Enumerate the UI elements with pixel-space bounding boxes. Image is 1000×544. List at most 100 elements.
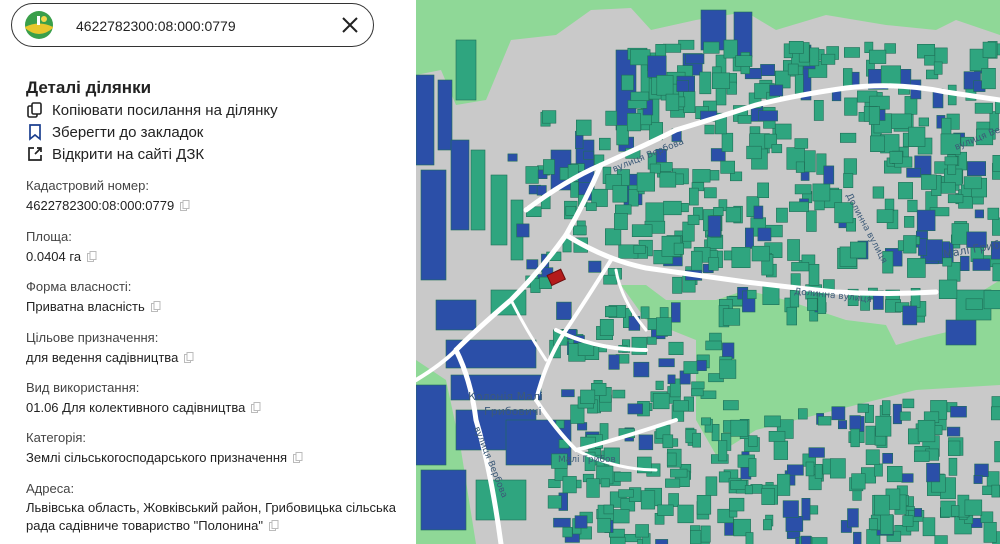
parcel (907, 258, 926, 278)
parcel (991, 484, 1000, 498)
bookmark-button[interactable]: Зберегти до закладок (26, 121, 203, 143)
parcel (843, 158, 857, 175)
parcel (704, 124, 715, 135)
parcel (933, 61, 943, 75)
parcel (705, 476, 718, 496)
bookmark-icon (29, 124, 41, 141)
parcel (865, 449, 880, 465)
parcel (608, 354, 620, 370)
parcel (908, 126, 926, 147)
parcel (797, 408, 808, 420)
parcel (614, 471, 632, 482)
copy-link-button[interactable]: Копіювати посилання на ділянку (26, 99, 278, 121)
parcel (744, 227, 754, 249)
parcel (635, 524, 649, 538)
parcel (543, 159, 555, 175)
parcel (647, 336, 657, 345)
purpose-text: для ведення садівництва (26, 350, 179, 365)
parcel (849, 241, 867, 259)
parcel (542, 110, 557, 124)
parcel (777, 473, 791, 496)
close-icon[interactable] (340, 15, 360, 35)
map-canvas[interactable]: вулиця Вербова вулиця Вербова Долинна ву… (416, 0, 1000, 544)
parcel (656, 75, 674, 96)
parcel (585, 202, 597, 211)
address-value-line2: рада садівниче товариство "Полонина" (26, 517, 279, 535)
parcel (785, 515, 804, 532)
purpose-label: Цільове призначення: (26, 330, 159, 345)
usage-value: 01.06 Для колективного садівництва (26, 399, 261, 417)
open-dzk-button[interactable]: Відкрити на сайті ДЗК (26, 143, 204, 165)
parcel (763, 519, 772, 531)
parcel (683, 361, 699, 374)
parcel (748, 435, 758, 447)
parcel (729, 497, 745, 512)
parcel (450, 139, 470, 231)
parcel (874, 463, 883, 477)
parcel (761, 488, 775, 505)
parcel (586, 478, 600, 498)
usage-text: 01.06 Для колективного садівництва (26, 400, 246, 415)
parcel (579, 526, 592, 540)
parcel (685, 53, 705, 65)
parcel (600, 478, 610, 488)
parcel (946, 426, 961, 437)
parcel (687, 214, 700, 225)
parcel (913, 508, 922, 518)
parcel (813, 100, 824, 121)
parcel (692, 432, 701, 448)
parcel (980, 511, 994, 523)
parcel (556, 301, 572, 320)
usage-label: Вид використання: (26, 380, 140, 395)
parcel (691, 250, 703, 273)
parcel (851, 473, 866, 490)
cadastral-map[interactable]: вулиця Вербова вулиця Вербова Долинна ву… (416, 0, 1000, 544)
parcel (665, 478, 681, 488)
parcel (902, 515, 914, 527)
parcel (787, 63, 799, 76)
copy-icon[interactable] (87, 251, 97, 262)
parcel (974, 102, 993, 114)
search-input[interactable]: 4622782300:08:000:0779 (76, 18, 236, 34)
address-text: рада садівниче товариство "Полонина" (26, 518, 263, 533)
parcel (806, 210, 817, 232)
parcel (746, 145, 762, 160)
parcel (721, 132, 734, 152)
parcel (974, 209, 984, 219)
parcel (562, 527, 573, 538)
parcel (722, 308, 741, 326)
parcel (576, 119, 592, 136)
parcel (627, 403, 643, 415)
parcel (981, 68, 996, 90)
parcel (760, 64, 775, 77)
parcel (875, 415, 892, 437)
parcel (703, 41, 720, 54)
parcel (972, 258, 991, 271)
parcel (696, 494, 712, 515)
parcel (983, 289, 1000, 310)
dzk-logo-icon[interactable] (24, 10, 54, 40)
copy-icon[interactable] (251, 402, 261, 413)
parcel (628, 189, 639, 207)
parcel (713, 207, 724, 217)
copy-icon[interactable] (184, 352, 194, 363)
parcel (773, 440, 788, 460)
parcel (791, 262, 810, 272)
parcel (722, 342, 735, 359)
parcel (853, 531, 862, 544)
copy-icon[interactable] (293, 452, 303, 463)
copy-icon[interactable] (150, 301, 161, 312)
parcel (588, 260, 602, 273)
parcel (994, 441, 1000, 463)
parcel (829, 458, 846, 479)
parcel (870, 135, 885, 152)
parcel (868, 49, 887, 64)
parcel (722, 400, 739, 411)
copy-icon[interactable] (180, 200, 190, 211)
area-value: 0.0404 га (26, 248, 97, 266)
parcel (973, 474, 983, 484)
parcel (904, 216, 915, 228)
copy-icon[interactable] (268, 520, 279, 531)
details-panel: 4622782300:08:000:0779 Деталі ділянки Ко… (0, 0, 416, 544)
category-text: Землі сільськогосподарського призначення (26, 450, 288, 465)
